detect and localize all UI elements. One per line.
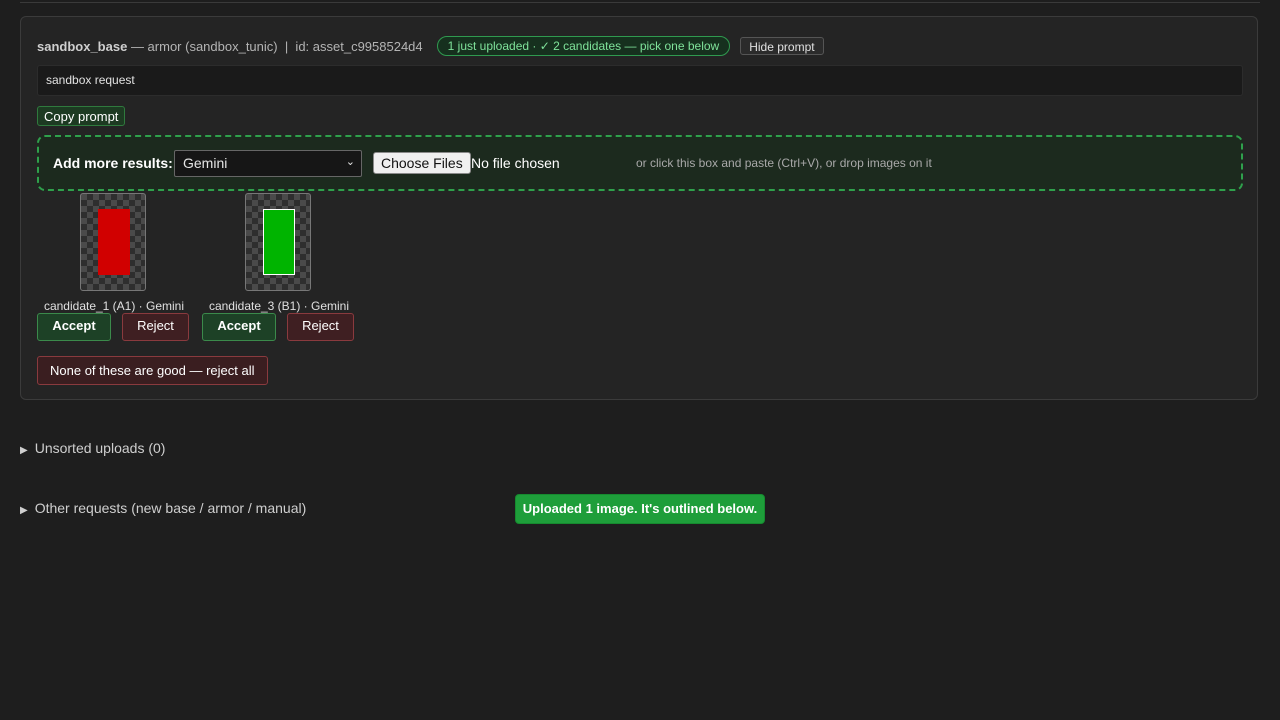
candidate-thumbnail[interactable]	[80, 193, 146, 291]
choose-files-button[interactable]: Choose Files	[373, 152, 471, 174]
candidate-caption: candidate_3 (B1) · Gemini	[208, 299, 350, 313]
drop-hint-text: or click this box and paste (Ctrl+V), or…	[636, 156, 932, 170]
candidate-image	[98, 209, 130, 275]
unsorted-uploads-label: Unsorted uploads (0)	[34, 440, 166, 456]
prompt-text-box[interactable]: sandbox request	[37, 65, 1243, 96]
request-header: sandbox_base — armor (sandbox_tunic) | i…	[37, 36, 824, 56]
candidate-image	[263, 209, 295, 275]
disclosure-triangle-icon: ▶	[20, 445, 28, 456]
reject-button[interactable]: Reject	[122, 313, 189, 341]
request-base-name: sandbox_base	[37, 38, 128, 54]
accept-button[interactable]: Accept	[202, 313, 276, 341]
reject-all-button[interactable]: None of these are good — reject all	[37, 356, 268, 385]
disclosure-triangle-icon: ▶	[20, 505, 28, 516]
model-select[interactable]: Gemini ⌄	[174, 150, 362, 177]
candidate-thumbnail[interactable]	[245, 193, 311, 291]
unsorted-uploads-toggle[interactable]: ▶ Unsorted uploads (0)	[20, 440, 165, 456]
candidate-caption: candidate_1 (A1) · Gemini	[43, 299, 185, 313]
request-card: sandbox_base — armor (sandbox_tunic) | i…	[20, 16, 1258, 400]
upload-drop-zone[interactable]: Add more results: Gemini ⌄ Choose Files …	[37, 135, 1243, 191]
request-descriptor: — armor (sandbox_tunic) | id: asset_c995…	[127, 38, 423, 54]
other-requests-label: Other requests (new base / armor / manua…	[34, 500, 307, 516]
no-file-chosen-text: No file chosen	[471, 155, 560, 171]
reject-button[interactable]: Reject	[287, 313, 354, 341]
chevron-down-icon: ⌄	[345, 156, 355, 168]
upload-toast: Uploaded 1 image. It's outlined below.	[515, 494, 765, 524]
copy-prompt-button[interactable]: Copy prompt	[37, 106, 126, 126]
other-requests-toggle[interactable]: ▶ Other requests (new base / armor / manu…	[20, 500, 306, 516]
accept-button[interactable]: Accept	[37, 313, 111, 341]
status-pill: 1 just uploaded · ✓ 2 candidates — pick …	[436, 36, 731, 56]
model-select-value: Gemini	[183, 155, 228, 171]
hide-prompt-button[interactable]: Hide prompt	[740, 37, 824, 55]
add-results-label: Add more results:	[53, 155, 173, 171]
top-divider	[20, 2, 1260, 3]
